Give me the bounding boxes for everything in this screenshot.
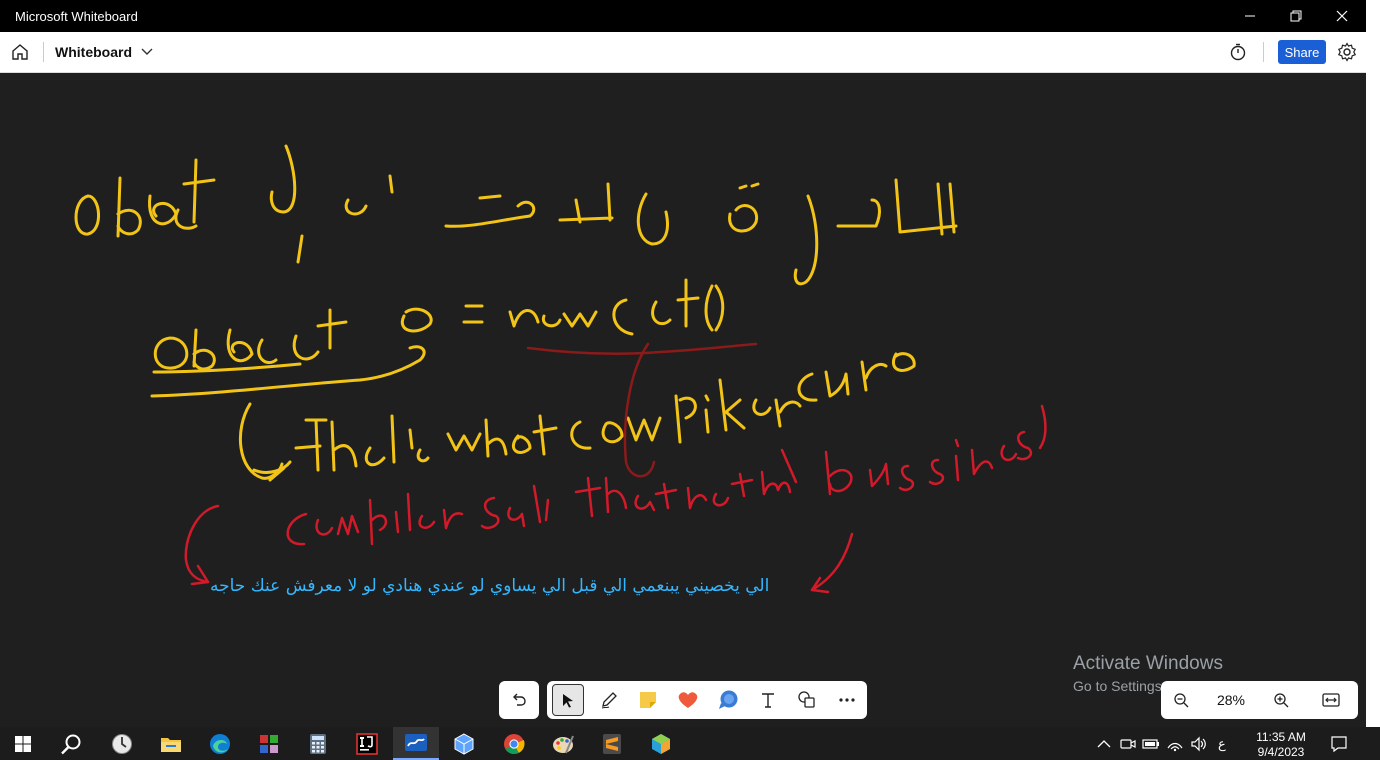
- text-icon: [761, 693, 774, 708]
- whiteboard-icon: [405, 733, 427, 751]
- virtualbox-icon: [454, 732, 474, 755]
- shapes-icon: [798, 691, 815, 708]
- start-button[interactable]: [0, 727, 46, 760]
- wifi-icon[interactable]: [1166, 736, 1184, 752]
- watermark-title: Activate Windows: [1073, 653, 1223, 674]
- winrar-icon: [260, 734, 278, 753]
- pen-icon: [601, 692, 617, 709]
- taskbar-app-winrar[interactable]: [246, 727, 292, 760]
- taskbar-clock[interactable]: 11:35 AM 9/4/2023: [1250, 730, 1312, 760]
- taskbar-app-paint[interactable]: [540, 727, 586, 760]
- undo-button[interactable]: [499, 681, 539, 719]
- undo-icon: [513, 693, 526, 706]
- search-icon: [61, 734, 81, 754]
- zoom-controls: 28%: [1161, 681, 1358, 719]
- taskbar-app-clock[interactable]: [99, 727, 145, 760]
- camera-icon[interactable]: [1120, 736, 1136, 752]
- ink-red: [184, 404, 1047, 594]
- taskbar-app-edge[interactable]: [197, 727, 243, 760]
- intellij-icon: [356, 732, 378, 755]
- taskbar-app-calculator[interactable]: [295, 727, 341, 760]
- paint-icon: [553, 735, 574, 753]
- select-icon: [562, 694, 573, 708]
- app-box-icon: [652, 733, 670, 754]
- sublime-icon: [603, 733, 621, 754]
- taskbar-app-sublime[interactable]: [589, 727, 635, 760]
- fit-to-screen-button[interactable]: [1311, 681, 1351, 719]
- ink-darkred: [526, 342, 758, 478]
- start-icon: [15, 735, 31, 752]
- system-tray: ع: [1096, 727, 1226, 760]
- window-edge: [1366, 0, 1380, 727]
- taskbar-app-whiteboard[interactable]: [393, 727, 439, 760]
- notifications-button[interactable]: [1316, 727, 1362, 760]
- taskbar-app-intellij[interactable]: [344, 727, 390, 760]
- arabic-typed-note[interactable]: الي يخصيني يبنعمي الي قبل الي يساوي لو ع…: [210, 576, 769, 596]
- text-tool-button[interactable]: [748, 681, 788, 719]
- input-language-indicator[interactable]: ع: [1218, 736, 1226, 752]
- zoom-out-icon: [1174, 693, 1189, 708]
- select-tool-button[interactable]: [552, 684, 584, 716]
- zoom-out-button[interactable]: [1161, 681, 1201, 719]
- ink-layer[interactable]: [0, 0, 1366, 727]
- calculator-icon: [310, 733, 326, 754]
- taskbar-search-button[interactable]: [48, 727, 94, 760]
- more-icon: [839, 698, 855, 702]
- windows-taskbar: ع 11:35 AM 9/4/2023: [0, 727, 1380, 760]
- reaction-heart-icon: [678, 692, 698, 708]
- comment-button[interactable]: [708, 681, 748, 719]
- taskbar-app-box[interactable]: [638, 727, 684, 760]
- taskbar-app-explorer[interactable]: [148, 727, 194, 760]
- clock-time: 11:35 AM: [1256, 730, 1306, 744]
- pen-tool-button[interactable]: [589, 681, 629, 719]
- clock-date: 9/4/2023: [1257, 745, 1305, 759]
- volume-icon[interactable]: [1190, 736, 1208, 752]
- chrome-icon: [504, 733, 525, 754]
- zoom-in-icon: [1274, 693, 1289, 708]
- sticky-note-button[interactable]: [629, 681, 669, 719]
- chevron-up-icon[interactable]: [1096, 737, 1112, 751]
- sticky-note-icon: [640, 692, 657, 708]
- edge-icon: [210, 733, 230, 754]
- zoom-in-button[interactable]: [1261, 681, 1301, 719]
- shapes-tool-button[interactable]: [787, 681, 827, 719]
- taskbar-app-chrome[interactable]: [491, 727, 537, 760]
- taskbar-app-virtualbox[interactable]: [441, 727, 487, 760]
- notification-icon: [1331, 735, 1347, 752]
- ink-toolbar: [547, 681, 867, 719]
- file-explorer-icon: [161, 737, 181, 752]
- reaction-button[interactable]: [668, 681, 708, 719]
- ink-yellow: [74, 144, 958, 480]
- clock-app-icon: [112, 733, 132, 754]
- more-tools-button[interactable]: [827, 681, 867, 719]
- chat-bubble-icon: [718, 690, 738, 709]
- fit-to-screen-icon: [1322, 693, 1340, 707]
- battery-icon[interactable]: [1142, 737, 1160, 751]
- zoom-level[interactable]: 28%: [1201, 692, 1261, 708]
